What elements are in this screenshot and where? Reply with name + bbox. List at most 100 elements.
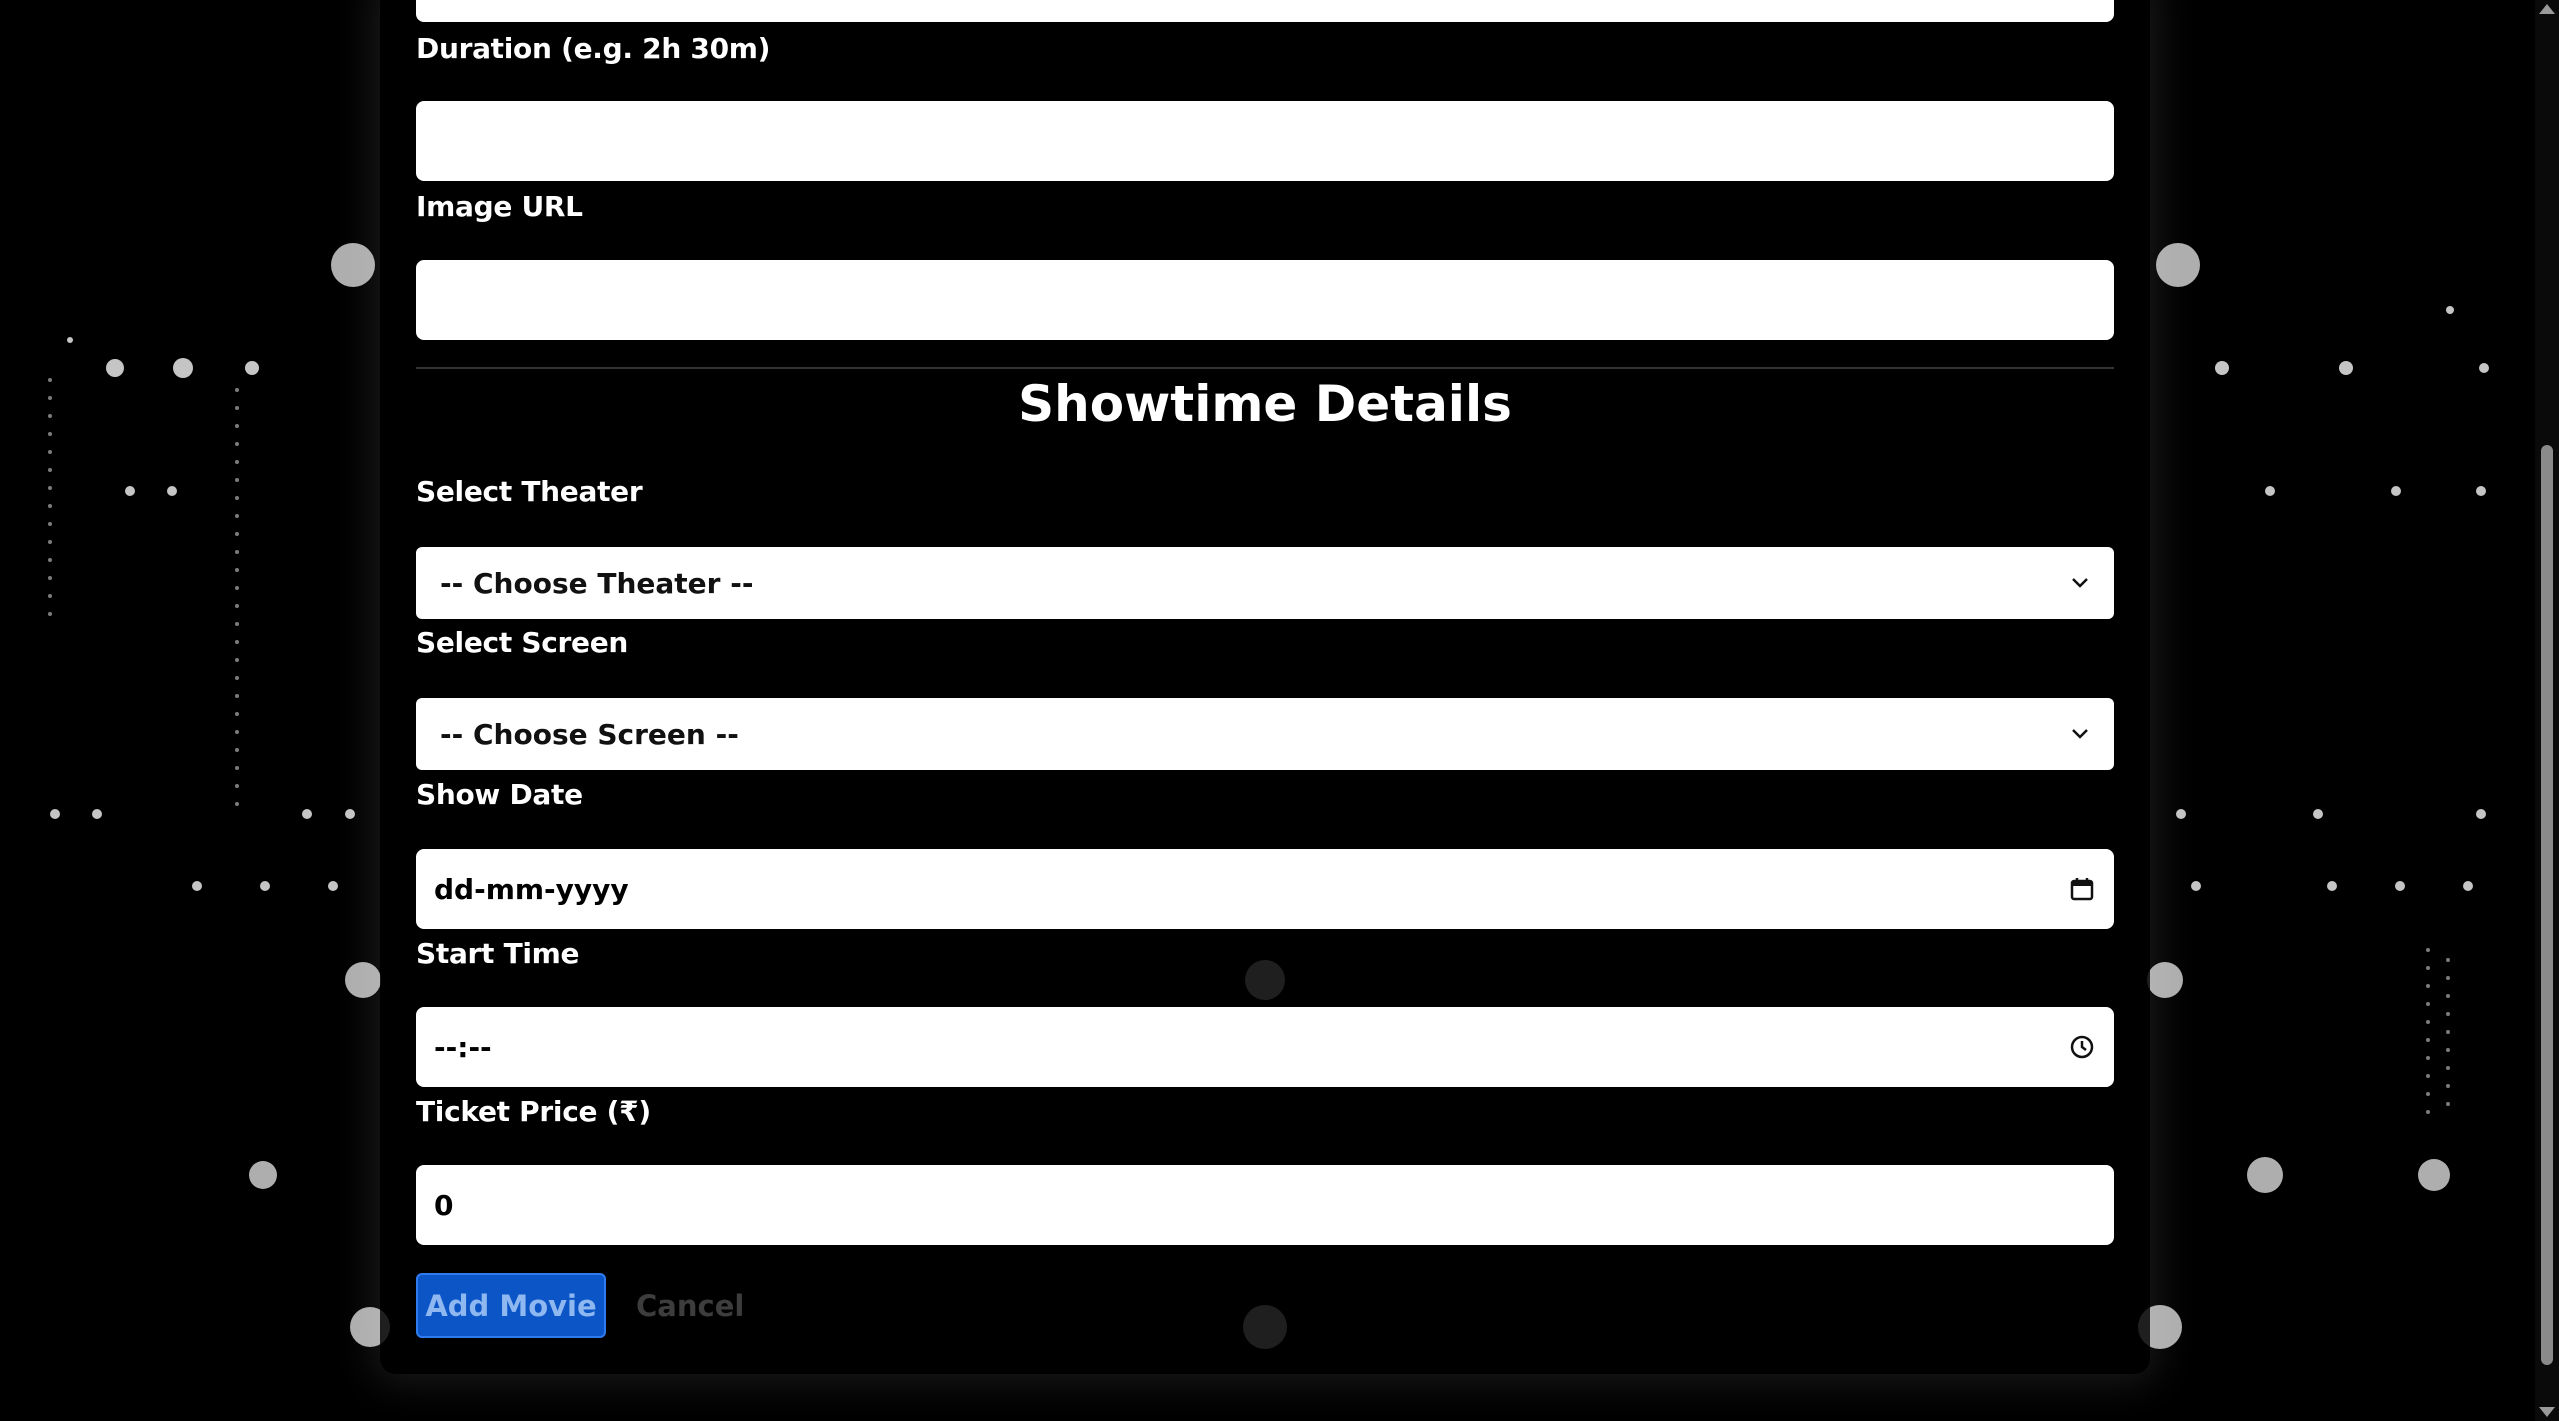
clock-icon[interactable] [2068,1033,2096,1061]
bokeh-dot [2446,1102,2450,1106]
bokeh-dot [235,640,239,644]
bokeh-dot [2446,994,2450,998]
bokeh-dot [2156,243,2200,287]
bokeh-dot [2426,1038,2430,1042]
bokeh-dot [125,486,135,496]
scroll-up-arrow-icon[interactable] [2539,4,2555,14]
bokeh-dot [2426,984,2430,988]
ticket-price-label: Ticket Price (₹) [416,1095,651,1128]
bokeh-dot [2391,486,2401,496]
bokeh-dot [235,802,239,806]
bokeh-dot [235,388,239,392]
screen-selected-value: -- Choose Screen -- [440,717,739,751]
bokeh-dot [235,748,239,752]
start-time-label: Start Time [416,937,580,970]
add-movie-button[interactable]: Add Movie [416,1273,606,1338]
bokeh-dot [48,450,52,454]
bokeh-dot [192,881,202,891]
bokeh-dot [2426,1056,2430,1060]
bokeh-dot [235,478,239,482]
bokeh-dot [235,550,239,554]
bokeh-dot [345,809,355,819]
bokeh-dot [235,406,239,410]
bokeh-dot [235,712,239,716]
bokeh-dot [2446,958,2450,962]
bokeh-dot [235,730,239,734]
bokeh-dot [2247,1157,2283,1193]
show-date-label: Show Date [416,778,583,811]
bokeh-dot [328,881,338,891]
bokeh-dot [48,612,52,616]
bokeh-dot [67,337,73,343]
bokeh-dot [48,576,52,580]
ticket-price-input[interactable]: 0 [416,1165,2114,1245]
bokeh-dot [2176,809,2186,819]
bokeh-dot [2339,361,2353,375]
bokeh-dot [167,486,177,496]
bokeh-dot [2215,361,2229,375]
bokeh-dot [235,784,239,788]
bokeh-dot [48,414,52,418]
previous-field-input[interactable] [416,0,2114,22]
bokeh-dot [50,809,60,819]
cancel-button[interactable]: Cancel [626,1273,754,1338]
chevron-down-icon [2070,727,2090,741]
bokeh-dot [2446,1048,2450,1052]
bokeh-dot [48,558,52,562]
duration-input[interactable] [416,101,2114,181]
start-time-input[interactable]: --:-- [416,1007,2114,1087]
screen-label: Select Screen [416,626,629,659]
bokeh-dot [2476,486,2486,496]
bokeh-dot [331,243,375,287]
bokeh-dot [2313,809,2323,819]
ticket-price-value: 0 [434,1188,454,1222]
show-date-value: dd-mm-yyyy [434,872,629,906]
bokeh-dot [48,504,52,508]
bokeh-dot [235,496,239,500]
bokeh-dot [245,361,259,375]
showtime-details-heading: Showtime Details [1018,375,1512,433]
bokeh-dot [2147,962,2183,998]
bokeh-dot [249,1161,277,1189]
page-scrollbar[interactable] [2535,0,2559,1421]
bokeh-dot [48,378,52,382]
bokeh-dot [48,594,52,598]
bokeh-dot [2426,1092,2430,1096]
add-movie-modal: Duration (e.g. 2h 30m) Image URL Showtim… [380,0,2150,1374]
bokeh-dot [48,522,52,526]
bokeh-dot [235,676,239,680]
show-date-input[interactable]: dd-mm-yyyy [416,849,2114,929]
bokeh-dot [48,468,52,472]
bokeh-dot [2446,1084,2450,1088]
scrollbar-thumb[interactable] [2541,445,2553,1365]
bokeh-dot [235,766,239,770]
bokeh-dot [235,514,239,518]
bokeh-dot [92,809,102,819]
bokeh-dot [2446,1012,2450,1016]
image-url-input[interactable] [416,260,2114,340]
screen-select[interactable]: -- Choose Screen -- [416,698,2114,770]
bokeh-dot [2446,1066,2450,1070]
bokeh-dot [173,358,193,378]
bokeh-dot [2426,1110,2430,1114]
bokeh-dot [235,460,239,464]
calendar-icon[interactable] [2068,875,2096,903]
bokeh-dot [235,442,239,446]
bokeh-dot [2426,1074,2430,1078]
bokeh-dot [2446,1030,2450,1034]
scroll-down-arrow-icon[interactable] [2539,1407,2555,1417]
bokeh-dot [2463,881,2473,891]
bokeh-dot [235,532,239,536]
bokeh-dot [235,568,239,572]
bokeh-dot [2479,363,2489,373]
bokeh-dot [2426,1020,2430,1024]
bokeh-dot [235,622,239,626]
start-time-value: --:-- [434,1030,492,1064]
bokeh-dot [235,586,239,590]
bokeh-dot [2191,881,2201,891]
bokeh-dot [235,604,239,608]
theater-select[interactable]: -- Choose Theater -- [416,547,2114,619]
bokeh-dot [345,962,381,998]
bokeh-dot [2446,306,2454,314]
bokeh-dot [2418,1159,2450,1191]
